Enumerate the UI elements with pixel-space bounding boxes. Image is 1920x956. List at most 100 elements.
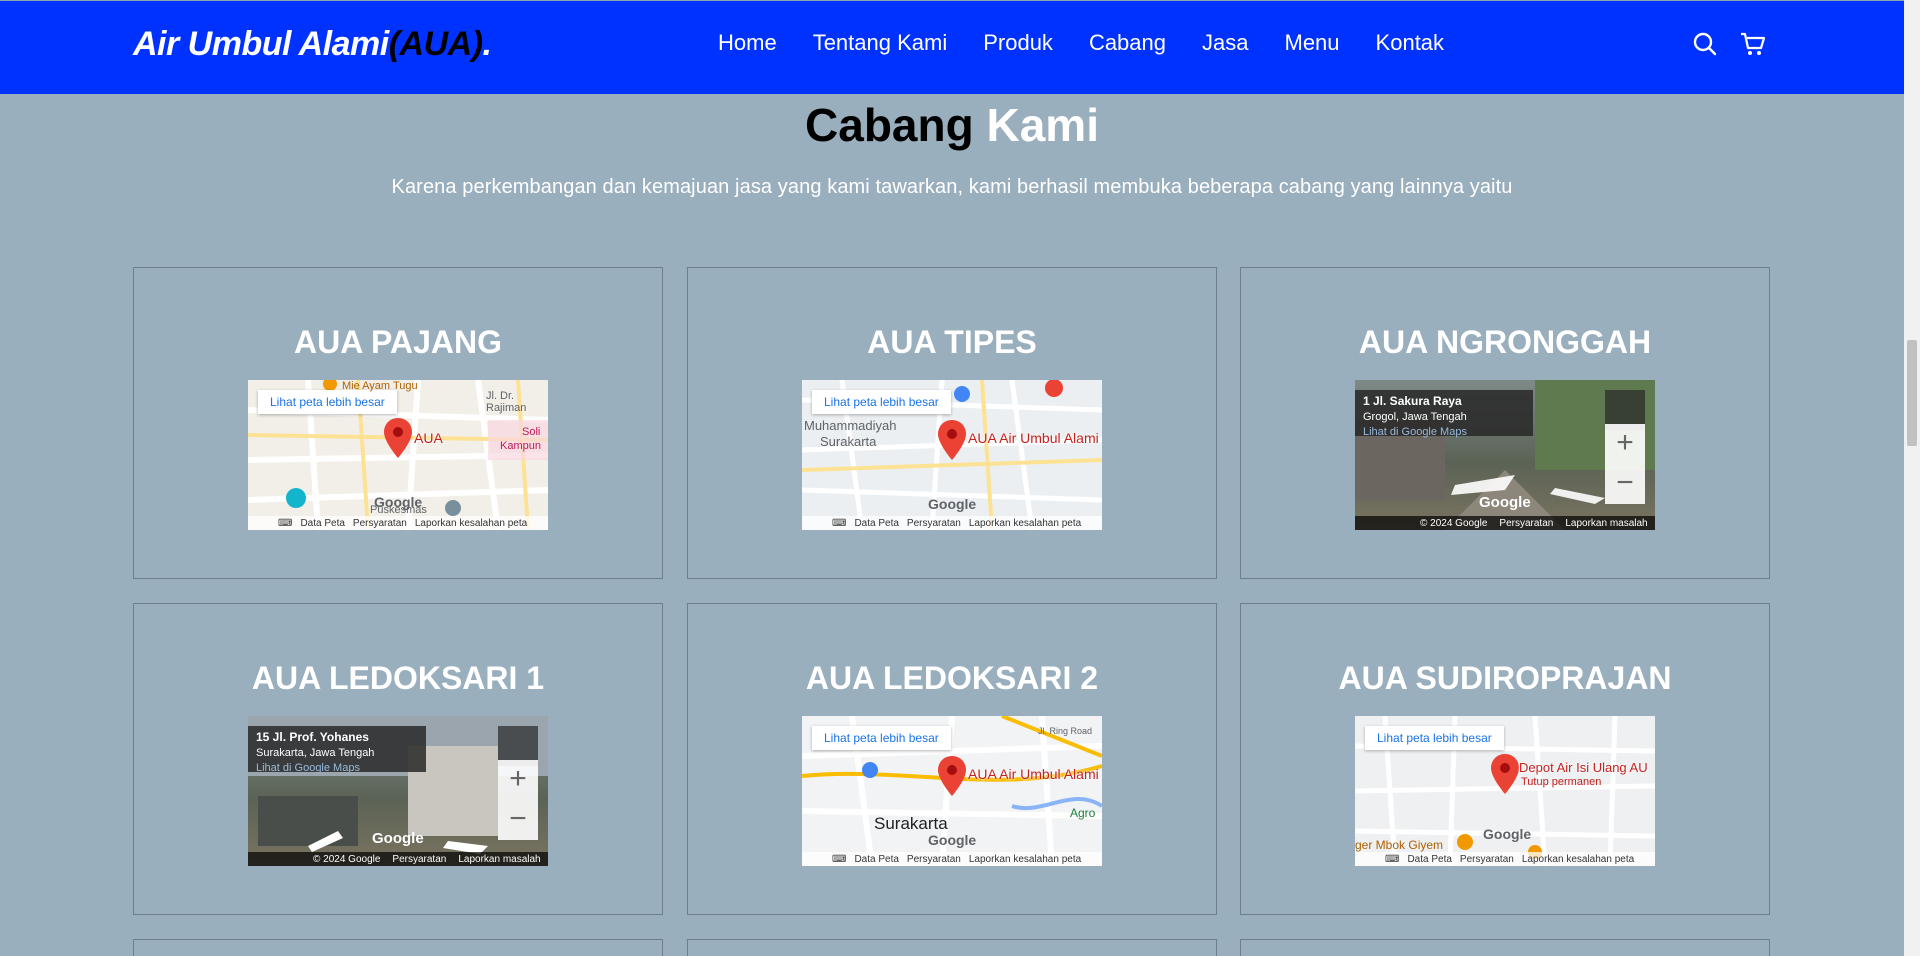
terms-link[interactable]: Persyaratan — [907, 518, 961, 529]
location-pin-icon[interactable] — [938, 756, 966, 796]
report-error-link[interactable]: Laporkan kesalahan peta — [969, 518, 1081, 529]
branch-streetview-embed[interactable]: 1 Jl. Sakura Raya Grogol, Jawa Tengah Li… — [1355, 380, 1655, 530]
nav-produk[interactable]: Produk — [983, 30, 1053, 56]
google-logo: Google — [374, 494, 423, 510]
nav-tentang-kami[interactable]: Tentang Kami — [813, 30, 948, 56]
map-street-label: Jl. Dr. Rajiman — [486, 390, 527, 414]
view-on-google-maps-link[interactable]: Lihat di Google Maps — [256, 762, 360, 774]
branch-title: AUA PAJANG — [293, 324, 502, 360]
branch-card-partial — [133, 939, 663, 956]
keyboard-icon[interactable]: ⌨ — [832, 518, 846, 529]
streetview-info-box: 1 Jl. Sakura Raya Grogol, Jawa Tengah Li… — [1355, 390, 1507, 438]
branch-title: AUA SUDIROPRAJAN — [1338, 660, 1672, 696]
map-area-label: Soli — [522, 426, 541, 438]
streetview-address: 15 Jl. Prof. Yohanes — [256, 730, 369, 744]
section-title-light: Kami — [986, 99, 1099, 151]
branch-title: AUA LEDOKSARI 1 — [251, 660, 545, 696]
branch-title: AUA NGRONGGAH — [1358, 324, 1652, 360]
branch-map-embed[interactable]: Lihat peta lebih besar AUA Mie Ayam Tugu… — [248, 380, 548, 530]
map-footer: ⌨ Data Peta Persyaratan Laporkan kesalah… — [802, 852, 1102, 866]
branch-card-ledoksari-1: AUA LEDOKSARI 1 15 Jl. Prof. Yohanes Sur… — [133, 603, 663, 915]
copyright-text: © 2024 Google — [313, 853, 381, 865]
nav-kontak[interactable]: Kontak — [1376, 30, 1445, 56]
branch-card-ngronggah: AUA NGRONGGAH 1 Jl. Sakura Raya Grogol, … — [1240, 267, 1770, 579]
navbar: Air Umbul Alami(AUA). Home Tentang Kami … — [0, 0, 1904, 94]
brand-logo[interactable]: Air Umbul Alami(AUA). — [133, 25, 492, 64]
branch-card-partial — [687, 939, 1217, 956]
report-error-link[interactable]: Laporkan kesalahan peta — [969, 854, 1081, 865]
map-pin-icon[interactable] — [400, 726, 426, 772]
nav-icons — [1692, 31, 1766, 57]
nav-menu[interactable]: Menu — [1285, 30, 1340, 56]
keyboard-icon[interactable]: ⌨ — [832, 854, 846, 865]
zoom-out-button[interactable]: − — [1605, 464, 1645, 504]
brand-dot: . — [482, 25, 492, 63]
branch-map-embed[interactable]: Lihat peta lebih besar Depot Air Isi Ula… — [1355, 716, 1655, 866]
terms-link[interactable]: Persyaratan — [353, 518, 407, 529]
location-pin-icon[interactable] — [1491, 754, 1519, 794]
branch-card-ledoksari-2: AUA LEDOKSARI 2 Lihat peta lebih besar A… — [687, 603, 1217, 915]
map-data-link[interactable]: Data Peta — [300, 518, 344, 529]
map-data-link[interactable]: Data Peta — [854, 518, 898, 529]
terms-link[interactable]: Persyaratan — [907, 854, 961, 865]
report-problem-link[interactable]: Laporkan masalah — [1565, 518, 1647, 529]
keyboard-icon[interactable]: ⌨ — [1385, 854, 1399, 865]
streetview-area: Surakarta, Jawa Tengah — [256, 747, 375, 759]
streetview-footer: © 2024 Google Persyaratan Laporkan masal… — [248, 852, 548, 866]
map-footer: ⌨ Data Peta Persyaratan Laporkan kesalah… — [1355, 852, 1655, 866]
section-subtitle: Karena perkembangan dan kemajuan jasa ya… — [391, 176, 1513, 198]
map-pin-icon[interactable] — [1507, 390, 1533, 436]
branch-streetview-embed[interactable]: 15 Jl. Prof. Yohanes Surakarta, Jawa Ten… — [248, 716, 548, 866]
location-pin-icon[interactable] — [384, 418, 412, 458]
terms-link[interactable]: Persyaratan — [1460, 854, 1514, 865]
streetview-area: Grogol, Jawa Tengah — [1363, 411, 1467, 423]
map-street-label: Jl. Ring Road — [1038, 726, 1093, 736]
streetview-info-box: 15 Jl. Prof. Yohanes Surakarta, Jawa Ten… — [248, 726, 400, 774]
main-nav: Home Tentang Kami Produk Cabang Jasa Men… — [718, 30, 1444, 56]
copyright-text: © 2024 Google — [1420, 517, 1488, 529]
view-larger-map-link[interactable]: Lihat peta lebih besar — [812, 726, 951, 750]
map-area-label: Agro — [1070, 806, 1096, 820]
map-area-label: Surakarta — [820, 434, 877, 449]
map-place-status: Tutup permanen — [1521, 776, 1602, 788]
view-larger-map-link[interactable]: Lihat peta lebih besar — [258, 390, 397, 414]
map-footer: ⌨ Data Peta Persyaratan Laporkan kesalah… — [248, 516, 548, 530]
google-logo: Google — [928, 496, 977, 512]
branch-title: AUA LEDOKSARI 2 — [805, 660, 1099, 696]
view-larger-map-link[interactable]: Lihat peta lebih besar — [812, 390, 951, 414]
page-scrollbar-track[interactable] — [1904, 0, 1920, 956]
google-logo: Google — [928, 832, 977, 848]
branch-map-embed[interactable]: Lihat peta lebih besar AUA Air Umbul Ala… — [802, 380, 1102, 530]
zoom-in-button[interactable]: + — [1605, 424, 1645, 464]
zoom-out-button[interactable]: − — [498, 800, 538, 840]
branch-card-sudiroprajan: AUA SUDIROPRAJAN Lihat peta lebih besar … — [1240, 603, 1770, 915]
map-data-link[interactable]: Data Peta — [1407, 854, 1451, 865]
map-place-label: Depot Air Isi Ulang AU — [1519, 760, 1648, 775]
brand-accent: (AUA) — [388, 25, 483, 63]
nav-home[interactable]: Home — [718, 30, 777, 56]
map-data-link[interactable]: Data Peta — [854, 854, 898, 865]
branch-map-embed[interactable]: Lihat peta lebih besar AUA Air Umbul Ala… — [802, 716, 1102, 866]
location-pin-icon[interactable] — [938, 420, 966, 460]
nav-cabang[interactable]: Cabang — [1089, 30, 1166, 56]
page-scrollbar-thumb[interactable] — [1907, 340, 1917, 446]
map-area-label: Muhammadiyah — [804, 418, 897, 433]
report-error-link[interactable]: Laporkan kesalahan peta — [1522, 854, 1634, 865]
zoom-in-button[interactable]: + — [498, 760, 538, 800]
cart-icon[interactable] — [1740, 31, 1766, 57]
view-on-google-maps-link[interactable]: Lihat di Google Maps — [1363, 426, 1467, 438]
streetview-footer: © 2024 Google Persyaratan Laporkan masal… — [1355, 516, 1655, 530]
map-place-label: AUA Air Umbul Alami — [968, 430, 1099, 446]
terms-link[interactable]: Persyaratan — [392, 854, 446, 865]
branch-card-tipes: AUA TIPES Lihat peta lebih besar AUA Air… — [687, 267, 1217, 579]
google-logo: Google — [1483, 826, 1532, 842]
report-problem-link[interactable]: Laporkan masalah — [458, 854, 540, 865]
report-error-link[interactable]: Laporkan kesalahan peta — [415, 518, 527, 529]
google-logo: Google — [372, 830, 424, 847]
nav-jasa[interactable]: Jasa — [1202, 30, 1248, 56]
map-poi-label: ger Mbok Giyem — [1355, 838, 1444, 852]
view-larger-map-link[interactable]: Lihat peta lebih besar — [1365, 726, 1504, 750]
keyboard-icon[interactable]: ⌨ — [278, 518, 292, 529]
search-icon[interactable] — [1692, 31, 1718, 57]
terms-link[interactable]: Persyaratan — [1499, 518, 1553, 529]
